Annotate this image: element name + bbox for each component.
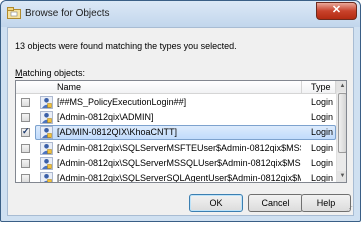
scroll-thumb[interactable]: [338, 93, 346, 153]
scroll-down-icon[interactable]: ▼: [337, 171, 346, 182]
row-checkbox[interactable]: [21, 113, 30, 123]
object-name: [##MS_PolicyExecutionLogin##]: [57, 97, 187, 107]
object-type: Login: [311, 97, 334, 107]
user-login-icon: [40, 156, 53, 170]
matching-objects-label: Matching objects:: [15, 68, 85, 78]
matching-label-accelerator: M: [15, 68, 23, 78]
user-login-icon: [40, 111, 53, 124]
user-login-icon: [40, 172, 53, 182]
user-login-icon: [40, 141, 53, 155]
close-icon: ✕: [331, 4, 342, 16]
matching-objects-list[interactable]: Name Type [##MS_PolicyExecutionLogin##] L…: [15, 80, 347, 183]
close-button[interactable]: ✕: [316, 2, 357, 20]
result-status-text: 13 objects were found matching the types…: [15, 41, 237, 51]
scroll-up-icon[interactable]: ▲: [337, 81, 346, 92]
browse-objects-icon: [7, 7, 21, 19]
user-login-icon: [40, 96, 53, 109]
row-checkbox[interactable]: [21, 173, 30, 182]
list-item[interactable]: ✓ [ADMIN-0812QIX\KhoaCNTT] Login: [16, 125, 336, 141]
object-type: Login: [311, 112, 334, 123]
title-bar[interactable]: Browse for Objects ✕: [1, 1, 360, 27]
object-type: Login: [311, 142, 334, 153]
list-header: Name Type: [16, 81, 336, 94]
list-item[interactable]: [Admin-0812qix\ADMIN] Login: [16, 110, 336, 125]
ok-button[interactable]: OK: [189, 194, 243, 212]
list-item[interactable]: [Admin-0812qix\SQLServerMSFTEUser$Admin-…: [16, 141, 336, 156]
vertical-scrollbar[interactable]: ▲ ▼: [336, 81, 346, 182]
row-checkbox[interactable]: [21, 143, 30, 153]
row-checkbox[interactable]: [21, 158, 30, 168]
list-item[interactable]: [##MS_PolicyExecutionLogin##] Login: [16, 95, 336, 110]
object-name: [ADMIN-0812QIX\KhoaCNTT]: [57, 127, 178, 138]
column-divider[interactable]: [301, 81, 302, 94]
help-button[interactable]: Help: [301, 194, 351, 212]
dialog-body: 13 objects were found matching the types…: [7, 27, 354, 216]
user-login-icon: [40, 126, 53, 140]
row-checkbox[interactable]: ✓: [21, 126, 30, 138]
column-header-type[interactable]: Type: [311, 82, 331, 92]
list-rows: [##MS_PolicyExecutionLogin##] Login [Admin…: [16, 95, 336, 183]
row-checkbox[interactable]: [21, 98, 30, 107]
window-title: Browse for Objects: [25, 8, 110, 19]
object-name: [Admin-0812qix\SQLServerMSSQLUser$Admin-…: [57, 157, 301, 168]
object-name: [Admin-0812qix\SQLServerSQLAgentUser$Adm…: [57, 172, 301, 183]
browse-for-objects-dialog: Browse for Objects ✕ 13 objects were fou…: [0, 0, 361, 222]
column-header-name[interactable]: Name: [57, 82, 81, 92]
list-item[interactable]: [Admin-0812qix\SQLServerSQLAgentUser$Adm…: [16, 171, 336, 183]
object-type: Login: [311, 172, 334, 183]
object-name: [Admin-0812qix\SQLServerMSFTEUser$Admin-…: [57, 142, 301, 153]
object-name: [Admin-0812qix\ADMIN]: [57, 112, 154, 123]
list-item[interactable]: [Admin-0812qix\SQLServerMSSQLUser$Admin-…: [16, 156, 336, 171]
object-type: Login: [311, 157, 334, 168]
cancel-button[interactable]: Cancel: [248, 194, 303, 212]
object-type: Login: [311, 127, 334, 138]
matching-label-text: atching objects:: [22, 68, 86, 78]
checkmark-icon: ✓: [22, 126, 30, 137]
resize-grip-icon[interactable]: ⋰: [346, 206, 354, 214]
